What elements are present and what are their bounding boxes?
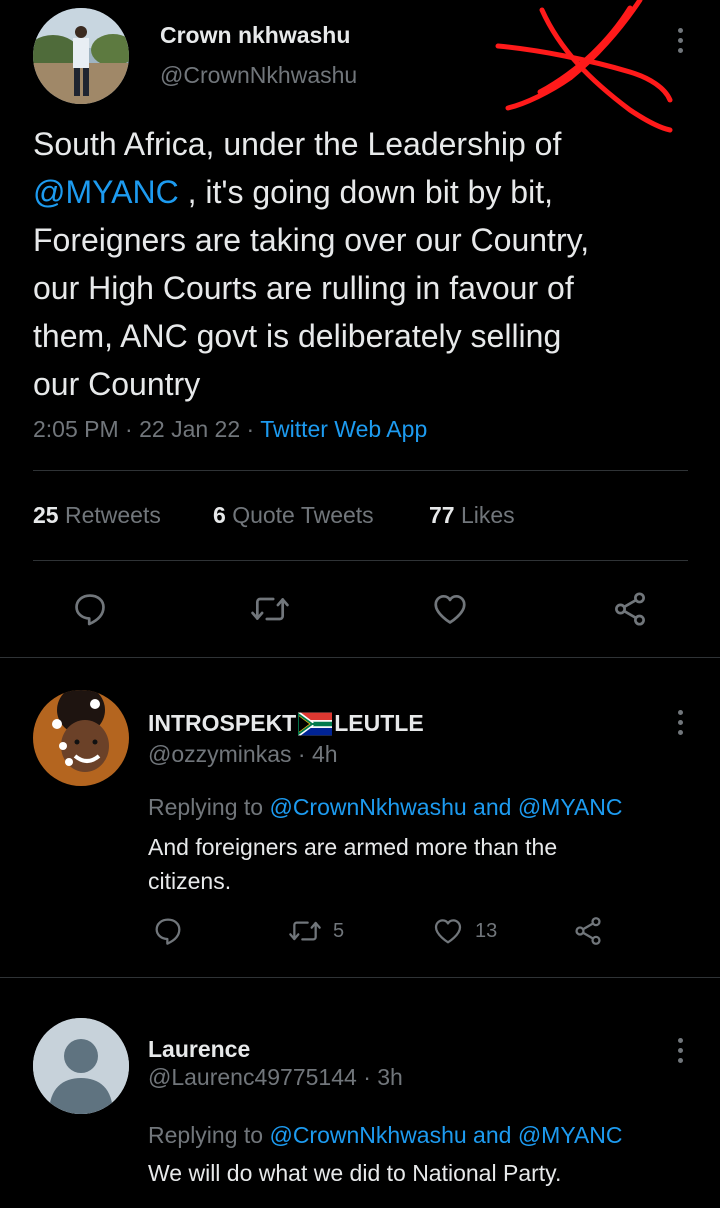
retweet-count: 5	[333, 919, 345, 942]
retweets-stat[interactable]: 25 Retweets	[33, 502, 161, 529]
like-count: 13	[475, 919, 498, 942]
default-avatar-icon	[33, 1018, 129, 1114]
reply-text: We will do what we did to National Party…	[148, 1160, 562, 1186]
tweet-line: Foreigners are taking over our Country,	[33, 222, 590, 258]
mention-link[interactable]: @MYANC	[33, 174, 179, 210]
reply-icon	[155, 918, 181, 945]
scribble-mark	[495, 0, 673, 133]
replying-to-links[interactable]: @CrownNkhwashu and @MYANC	[269, 794, 622, 820]
quote-tweets-stat[interactable]: 6 Quote Tweets	[213, 502, 374, 529]
reply-text: And foreigners are armed more than the c…	[148, 834, 558, 894]
divider	[0, 657, 720, 658]
reply-share-button[interactable]	[571, 915, 605, 947]
reply-author-meta: @ozzyminkas · 4h	[148, 741, 338, 768]
divider	[33, 470, 688, 471]
author-avatar[interactable]	[33, 8, 129, 104]
tweet-line: our Country	[33, 366, 201, 402]
reply-author-handle[interactable]: @Laurenc49775144	[148, 1064, 357, 1090]
more-icon[interactable]	[676, 1038, 684, 1063]
like-icon	[434, 919, 462, 944]
reply-like-button[interactable]: 13	[431, 915, 497, 947]
replying-to: Replying to @CrownNkhwashu and @MYANC	[148, 794, 623, 820]
tweet-line: them, ANC govt is deliberately selling	[33, 318, 562, 354]
reply-icon[interactable]	[71, 590, 109, 628]
tweet-source-link[interactable]: Twitter Web App	[260, 416, 427, 442]
reply-author-name[interactable]: Laurence	[148, 1036, 250, 1063]
tweet-line: our High Courts are rulling in favour of	[33, 270, 574, 306]
reply-time[interactable]: · 3h	[363, 1064, 403, 1090]
reply-author-meta: @Laurenc49775144 · 3h	[148, 1064, 403, 1091]
more-icon[interactable]	[676, 710, 684, 735]
tweet-text: South Africa, under the Leadership of @M…	[33, 120, 693, 408]
replying-to-links[interactable]: @CrownNkhwashu and @MYANC	[269, 1122, 622, 1148]
likes-stat[interactable]: 77 Likes	[429, 502, 515, 529]
tweet-date[interactable]: 22 Jan 22	[139, 416, 240, 442]
reply-time[interactable]: · 4h	[298, 741, 338, 767]
share-icon[interactable]	[610, 590, 650, 628]
retweet-icon	[289, 921, 321, 941]
author-name[interactable]: Crown nkhwashu	[160, 22, 350, 49]
reply-avatar[interactable]	[33, 1018, 129, 1114]
reply-author-name[interactable]: INTROSPEKT LEUTLE	[148, 710, 424, 737]
south-africa-flag-icon	[298, 712, 333, 735]
tweet-time[interactable]: 2:05 PM	[33, 416, 119, 442]
tweet-line: @MYANC , it's going down bit by bit,	[33, 174, 553, 210]
reply-author-handle[interactable]: @ozzyminkas	[148, 741, 292, 767]
replying-to: Replying to @CrownNkhwashu and @MYANC	[148, 1122, 623, 1148]
reply-avatar[interactable]	[33, 690, 129, 786]
reply-reply-button[interactable]	[152, 915, 184, 947]
tweet-meta: 2:05 PM · 22 Jan 22 · Twitter Web App	[33, 416, 428, 442]
author-handle[interactable]: @CrownNkhwashu	[160, 62, 357, 89]
like-icon[interactable]	[430, 590, 470, 628]
reply-retweet-button[interactable]: 5	[287, 915, 344, 947]
retweet-icon[interactable]	[249, 590, 291, 628]
divider	[33, 560, 688, 561]
divider	[0, 977, 720, 978]
share-icon	[575, 917, 601, 945]
